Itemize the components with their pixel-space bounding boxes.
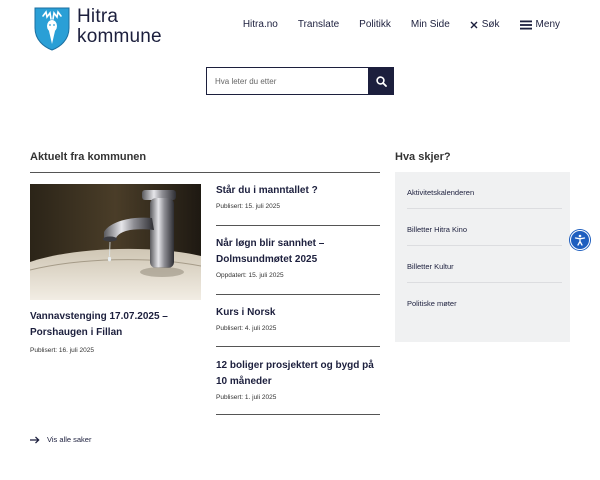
- event-link-cinema-tickets[interactable]: Billetter Hitra Kino: [407, 209, 562, 246]
- list-item[interactable]: Når løgn blir sannhet – Dolmsundmøtet 20…: [216, 236, 380, 279]
- news-item-date: Publisert: 4. juli 2025: [216, 325, 277, 332]
- coat-of-arms-icon: [34, 7, 70, 51]
- search-button[interactable]: [368, 67, 394, 95]
- menu-button[interactable]: Meny: [519, 19, 560, 30]
- arrow-right-icon: [30, 436, 40, 443]
- logo-subtitle: kommune: [77, 26, 162, 47]
- news-item-date: Publisert: 15. juli 2025: [216, 203, 280, 210]
- search-icon: [375, 75, 387, 87]
- search-toggle-label: Søk: [481, 19, 500, 30]
- news-heading: Aktuelt fra kommunen: [30, 151, 147, 163]
- nav-link-politikk[interactable]: Politikk: [359, 19, 391, 30]
- view-all-label: Vis alle saker: [47, 435, 92, 444]
- news-item-title[interactable]: Står du i manntallet ?: [216, 183, 380, 199]
- nav-link-hitra[interactable]: Hitra.no: [243, 19, 278, 30]
- accessibility-icon: [574, 234, 586, 246]
- search-bar: [206, 67, 394, 95]
- featured-news-title[interactable]: Vannavstenging 17.07.2025 – Porshaugen i…: [30, 309, 200, 341]
- hamburger-icon: [519, 20, 532, 29]
- news-item-date: Publisert: 1. juli 2025: [216, 394, 277, 401]
- events-heading: Hva skjer?: [395, 151, 451, 163]
- accessibility-button[interactable]: [570, 230, 590, 250]
- search-toggle-button[interactable]: Søk: [470, 19, 500, 30]
- faucet-photo: [30, 184, 201, 300]
- news-item-title[interactable]: 12 boliger prosjektert og bygd på 10 mån…: [216, 358, 380, 390]
- close-icon: [470, 21, 478, 28]
- logo-name: Hitra: [77, 6, 119, 27]
- search-input[interactable]: [206, 67, 368, 95]
- nav-link-translate[interactable]: Translate: [298, 19, 339, 30]
- nav-link-min-side[interactable]: Min Side: [411, 19, 450, 30]
- news-separator: [216, 414, 380, 415]
- news-separator: [216, 225, 380, 226]
- news-separator: [216, 346, 380, 347]
- featured-news-image[interactable]: [30, 184, 201, 300]
- news-item-date: Oppdatert: 15. juli 2025: [216, 272, 284, 279]
- news-divider: [30, 172, 380, 173]
- featured-news-date: Publisert: 16. juli 2025: [30, 347, 94, 354]
- event-link-activity-calendar[interactable]: Aktivitetskalenderen: [407, 172, 562, 209]
- event-link-culture-tickets[interactable]: Billetter Kultur: [407, 246, 562, 283]
- list-item[interactable]: Kurs i Norsk Publisert: 4. juli 2025: [216, 305, 380, 332]
- events-panel: Aktivitetskalenderen Billetter Hitra Kin…: [395, 172, 570, 342]
- news-separator: [216, 294, 380, 295]
- menu-label: Meny: [535, 19, 560, 30]
- top-nav: Hitra.no Translate Politikk Min Side Søk…: [243, 19, 560, 30]
- news-item-title[interactable]: Kurs i Norsk: [216, 305, 380, 321]
- view-all-news-link[interactable]: Vis alle saker: [30, 435, 91, 444]
- logo[interactable]: Hitra kommune: [33, 6, 163, 52]
- event-link-political-meetings[interactable]: Politiske møter: [407, 283, 562, 320]
- list-item[interactable]: Står du i manntallet ? Publisert: 15. ju…: [216, 183, 380, 210]
- news-item-title[interactable]: Når løgn blir sannhet – Dolmsundmøtet 20…: [216, 236, 380, 268]
- list-item[interactable]: 12 boliger prosjektert og bygd på 10 mån…: [216, 358, 380, 401]
